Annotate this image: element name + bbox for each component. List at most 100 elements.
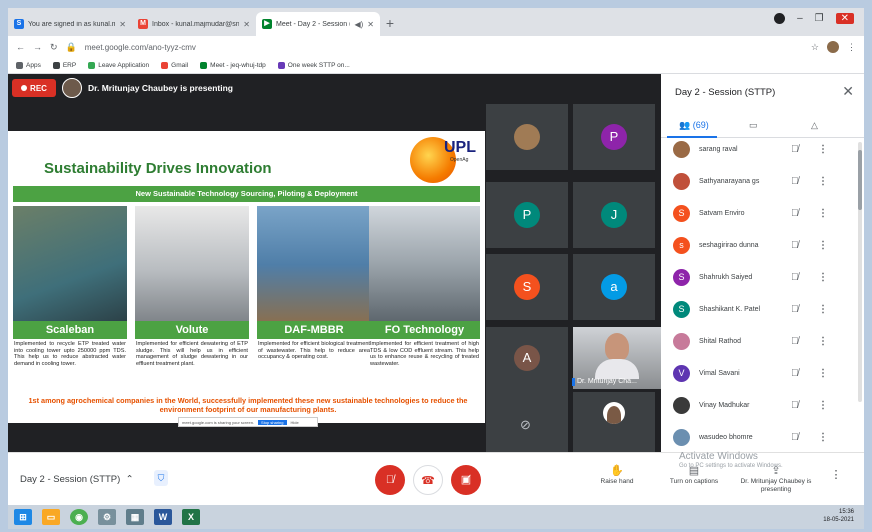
tab-activities[interactable]: △ <box>811 120 818 131</box>
participant-tile[interactable] <box>573 392 655 458</box>
participant-row[interactable]: V Vimal Savani 🎙̸ ⋮ <box>661 358 857 389</box>
more-options-icon[interactable]: ⋮ <box>818 368 828 379</box>
more-options-icon[interactable]: ⋮ <box>818 400 828 411</box>
mic-off-icon[interactable]: 🎙̸ <box>791 144 799 155</box>
stop-sharing-button[interactable]: Stop sharing <box>258 419 287 425</box>
mic-off-icon[interactable]: 🎙̸ <box>791 368 799 379</box>
presenter-video-tile[interactable]: Dr. Mritunjay Cha... <box>572 327 661 389</box>
participant-row[interactable]: Shital Rathod 🎙̸ ⋮ <box>661 326 857 357</box>
profile-icon[interactable] <box>774 12 786 24</box>
participant-tile[interactable]: S <box>486 254 568 320</box>
restore-button[interactable]: ❐ <box>815 13 824 24</box>
more-options-icon[interactable]: ⋮ <box>818 304 828 315</box>
mic-off-icon[interactable]: 🎙̸ <box>791 400 799 411</box>
avatar: S <box>673 301 690 318</box>
presenter-avatar <box>62 78 82 98</box>
tab-people[interactable]: 👥 (69) <box>679 120 709 131</box>
more-options-icon[interactable]: ⋮ <box>818 144 828 155</box>
bookmark-sttp[interactable]: One week STTP on... <box>277 61 350 69</box>
close-icon[interactable]: ✕ <box>119 20 126 29</box>
tab-chat[interactable]: ▭ <box>749 120 758 131</box>
more-options-icon[interactable]: ⋮ <box>818 208 828 219</box>
avatar <box>673 397 690 414</box>
hide-button[interactable]: Hide <box>291 420 299 425</box>
participant-row[interactable]: sarang raval 🎙̸ ⋮ <box>661 134 857 165</box>
system-tray[interactable]: 15:36 18-05-2021 <box>823 508 854 524</box>
more-options-icon[interactable]: ⋮ <box>830 470 842 481</box>
forward-icon[interactable]: → <box>33 42 42 52</box>
bookmark-meet[interactable]: Meet - jeq-whuj-tdp <box>200 61 266 69</box>
url-input[interactable]: meet.google.com/ano-tyyz-cmv <box>85 43 803 52</box>
settings-icon[interactable]: ⚙ <box>98 509 116 525</box>
participant-row[interactable]: s seshagirirao dunna 🎙̸ ⋮ <box>661 230 857 261</box>
mic-off-icon[interactable]: 🎙̸ <box>791 336 799 347</box>
screen: S You are signed in as kunal.m ✕ M Inbox… <box>8 8 864 505</box>
avatar <box>603 402 625 424</box>
participant-row[interactable]: Sathyanarayana gs 🎙̸ ⋮ <box>661 166 857 197</box>
chrome-icon[interactable]: ◉ <box>70 509 88 525</box>
mic-off-icon[interactable]: 🎙̸ <box>791 304 799 315</box>
browser-tab[interactable]: M Inbox - kunal.majmudar@snct.in ✕ <box>132 12 256 36</box>
reload-icon[interactable]: ↻ <box>50 42 58 53</box>
participant-tile[interactable]: P <box>486 182 568 248</box>
hidden-tile[interactable]: ⊘ <box>486 392 568 458</box>
screen-share-bar: meet.google.com is sharing your screen. … <box>178 417 318 427</box>
mic-off-icon[interactable]: 🎙̸ <box>791 176 799 187</box>
raise-hand-button[interactable]: ✋ Raise hand <box>592 464 642 486</box>
calculator-icon[interactable]: ▦ <box>126 509 144 525</box>
bookmark-erp[interactable]: ERP <box>52 61 76 69</box>
more-options-icon[interactable]: ⋮ <box>818 176 828 187</box>
participant-row[interactable]: S Shahrukh Saiyed 🎙̸ ⋮ <box>661 262 857 293</box>
mic-off-icon[interactable]: 🎙̸ <box>791 272 799 283</box>
participant-tile[interactable]: a <box>573 254 655 320</box>
minimize-button[interactable]: – <box>797 13 803 24</box>
camera-off-button[interactable]: ▣̸ <box>451 465 481 495</box>
close-icon[interactable]: ✕ <box>367 20 374 29</box>
participant-tile[interactable]: P <box>573 104 655 170</box>
scrollbar[interactable] <box>858 142 862 402</box>
excel-icon[interactable]: X <box>182 509 200 525</box>
close-icon[interactable]: ✕ <box>243 20 250 29</box>
participant-row[interactable]: S Shashikant K. Patel 🎙̸ ⋮ <box>661 294 857 325</box>
participant-tile[interactable] <box>486 104 568 170</box>
mic-off-icon[interactable]: 🎙̸ <box>791 432 799 443</box>
leave-call-button[interactable]: ☎ <box>413 465 443 495</box>
new-tab-button[interactable]: + <box>380 12 400 36</box>
lock-icon[interactable]: 🔒 <box>66 42 77 53</box>
start-icon[interactable]: ⊞ <box>14 509 32 525</box>
close-icon[interactable]: ✕ <box>842 83 854 100</box>
clock-time: 15:36 <box>838 509 854 515</box>
mic-off-button[interactable]: 🎙̸ <box>375 465 405 495</box>
menu-icon[interactable]: ⋮ <box>847 42 856 53</box>
bookmark-gmail[interactable]: Gmail <box>161 61 188 69</box>
mic-off-icon[interactable]: 🎙̸ <box>791 240 799 251</box>
browser-tab[interactable]: S You are signed in as kunal.m ✕ <box>8 12 132 36</box>
avatar: A <box>514 345 540 371</box>
participant-row[interactable]: Vinay Madhukar 🎙̸ ⋮ <box>661 390 857 421</box>
more-options-icon[interactable]: ⋮ <box>818 336 828 347</box>
bookmark-leave[interactable]: Leave Application <box>88 61 149 69</box>
more-options-icon[interactable]: ⋮ <box>818 240 828 251</box>
meeting-name[interactable]: Day 2 - Session (STTP) ⌃ <box>20 474 134 485</box>
star-icon[interactable]: ☆ <box>811 42 819 53</box>
tab-title: Meet - Day 2 - Session (STT <box>276 20 350 28</box>
participant-name: seshagirirao dunna <box>699 242 759 249</box>
avatar[interactable] <box>827 41 839 53</box>
more-options-icon[interactable]: ⋮ <box>818 432 828 443</box>
avatar: P <box>601 124 627 150</box>
participant-tile[interactable]: A <box>486 327 568 393</box>
shield-icon[interactable]: ⛉ <box>154 470 168 486</box>
avatar: S <box>673 269 690 286</box>
participant-row[interactable]: wasudeo bhomre 🎙̸ ⋮ <box>661 422 857 453</box>
participant-row[interactable]: S Satvam Enviro 🎙̸ ⋮ <box>661 198 857 229</box>
word-icon[interactable]: W <box>154 509 172 525</box>
bookmark-apps[interactable]: Apps <box>16 61 41 69</box>
mic-off-icon[interactable]: 🎙̸ <box>791 208 799 219</box>
close-window-button[interactable]: ✕ <box>835 12 854 24</box>
file-explorer-icon[interactable]: ▭ <box>42 509 60 525</box>
presenter-text: Dr. Mritunjay Chaubey is presenting <box>88 83 234 93</box>
browser-tab-active[interactable]: ▶ Meet - Day 2 - Session (STT ◀) ✕ <box>256 12 380 36</box>
participant-tile[interactable]: J <box>573 182 655 248</box>
more-options-icon[interactable]: ⋮ <box>818 272 828 283</box>
back-icon[interactable]: ← <box>16 42 25 52</box>
